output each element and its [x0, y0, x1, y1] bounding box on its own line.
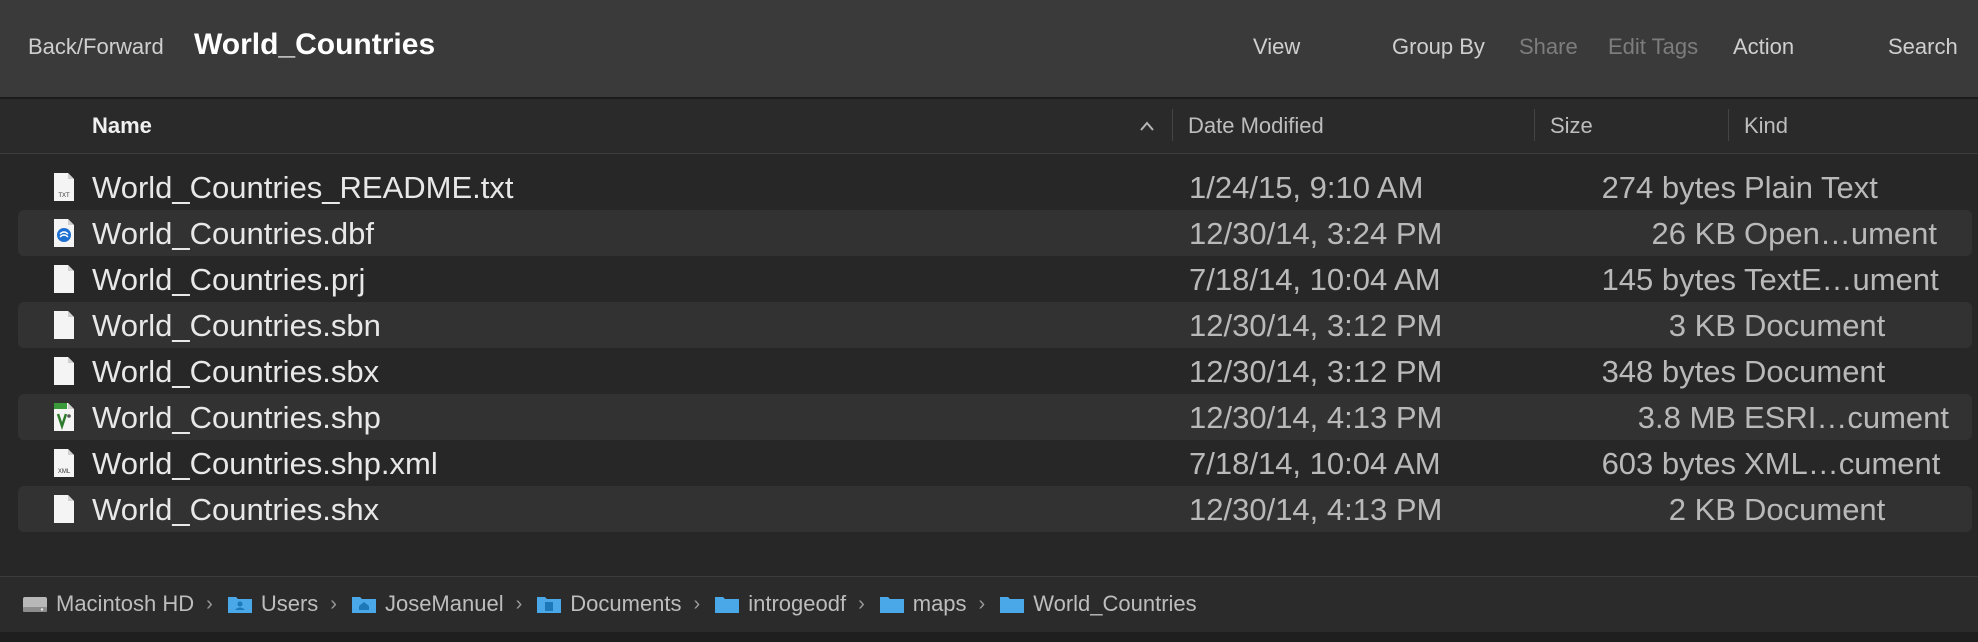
file-date: 12/30/14, 4:13 PM: [1189, 492, 1443, 527]
hard-drive-icon: [23, 597, 47, 612]
breadcrumb-introgeodf[interactable]: introgeodf: [714, 591, 846, 617]
column-kind[interactable]: Kind: [1744, 113, 1788, 139]
back-forward-button[interactable]: Back/Forward: [28, 34, 164, 60]
file-date: 7/18/14, 10:04 AM: [1189, 446, 1441, 481]
home-folder-icon: [351, 597, 376, 613]
action-button[interactable]: Action: [1733, 34, 1794, 60]
documents-folder-icon: [537, 597, 562, 613]
file-kind: ESRI…cument: [1744, 400, 1950, 435]
breadcrumb-label: World_Countries: [1033, 591, 1197, 616]
file-row[interactable]: TXT World_Countries_README.txt 1/24/15, …: [18, 164, 1972, 210]
edit-tags-button[interactable]: Edit Tags: [1608, 34, 1698, 60]
file-name: World_Countries.prj: [92, 262, 366, 297]
file-date: 1/24/15, 9:10 AM: [1189, 170, 1424, 205]
toolbar: Back/Forward World_Countries View Group …: [0, 0, 1978, 99]
file-kind: Document: [1744, 354, 1886, 389]
sort-ascending-icon[interactable]: [1138, 119, 1156, 133]
breadcrumb-documents[interactable]: Documents: [536, 591, 682, 617]
column-divider[interactable]: [1172, 109, 1173, 141]
breadcrumb-label: introgeodf: [748, 591, 847, 616]
breadcrumb: Macintosh HD › Users › JoseManuel › Docu…: [22, 591, 1197, 617]
file-name: World_Countries.dbf: [92, 216, 375, 251]
column-name[interactable]: Name: [92, 113, 152, 139]
file-row[interactable]: XML World_Countries.shp.xml 7/18/14, 10:…: [18, 440, 1972, 486]
file-size: 3 KB: [1668, 308, 1736, 343]
file-name: World_Countries.shx: [92, 492, 380, 527]
chevron-right-icon: ›: [515, 592, 523, 615]
file-row[interactable]: World_Countries.shx 12/30/14, 4:13 PM 2 …: [18, 486, 1972, 532]
column-divider[interactable]: [1728, 109, 1729, 141]
file-size: 274 bytes: [1601, 170, 1736, 205]
file-date: 12/30/14, 4:13 PM: [1189, 400, 1443, 435]
column-date-modified[interactable]: Date Modified: [1188, 113, 1324, 139]
document-file-icon: [54, 265, 74, 293]
group-by-button[interactable]: Group By: [1392, 34, 1485, 60]
window-bottom-edge: [0, 632, 1978, 642]
chevron-right-icon: ›: [330, 592, 337, 615]
chevron-right-icon: ›: [206, 592, 213, 615]
file-size: 2 KB: [1668, 492, 1736, 527]
search-button[interactable]: Search: [1888, 34, 1958, 60]
breadcrumb-label: Documents: [570, 591, 682, 616]
file-row[interactable]: World_Countries.shp 12/30/14, 4:13 PM 3.…: [18, 394, 1972, 440]
file-row[interactable]: World_Countries.sbx 12/30/14, 3:12 PM 34…: [18, 348, 1972, 394]
file-name: World_Countries.shp: [92, 400, 381, 435]
file-date: 12/30/14, 3:24 PM: [1189, 216, 1443, 251]
breadcrumb-label: maps: [912, 591, 967, 616]
path-bar: Macintosh HD › Users › JoseManuel › Docu…: [0, 576, 1978, 633]
folder-icon: [879, 597, 904, 613]
file-kind: Open…ument: [1744, 216, 1937, 251]
file-date: 7/18/14, 10:04 AM: [1189, 262, 1441, 297]
svg-text:TXT: TXT: [58, 193, 70, 199]
breadcrumb-label: JoseManuel: [384, 591, 504, 616]
share-button[interactable]: Share: [1519, 34, 1578, 60]
file-name: World_Countries.sbx: [92, 354, 380, 389]
file-size: 26 KB: [1651, 216, 1736, 251]
file-row[interactable]: World_Countries.prj 7/18/14, 10:04 AM 14…: [18, 256, 1972, 302]
file-name: World_Countries.sbn: [92, 308, 381, 343]
file-size: 145 bytes: [1601, 262, 1736, 297]
breadcrumb-world-countries[interactable]: World_Countries: [999, 591, 1197, 617]
txt-file-icon: TXT: [54, 173, 74, 201]
breadcrumb-label: Users: [260, 591, 319, 616]
file-kind: Document: [1744, 308, 1886, 343]
file-list: TXT World_Countries_README.txt 1/24/15, …: [0, 164, 1978, 532]
xml-file-icon: XML: [54, 449, 74, 477]
file-row[interactable]: World_Countries.sbn 12/30/14, 3:12 PM 3 …: [18, 302, 1972, 348]
breadcrumb-label: Macintosh HD: [56, 591, 195, 616]
file-kind: Plain Text: [1744, 170, 1878, 205]
file-name: World_Countries_README.txt: [92, 170, 514, 205]
column-size[interactable]: Size: [1550, 113, 1593, 139]
breadcrumb-users[interactable]: Users: [227, 591, 318, 617]
column-divider[interactable]: [1534, 109, 1535, 141]
file-row[interactable]: World_Countries.dbf 12/30/14, 3:24 PM 26…: [18, 210, 1972, 256]
window-title: World_Countries: [194, 28, 436, 61]
file-date: 12/30/14, 3:12 PM: [1189, 354, 1443, 389]
breadcrumb-user[interactable]: JoseManuel: [351, 591, 504, 617]
folder-icon: [715, 597, 740, 613]
file-kind: TextE…ument: [1744, 262, 1939, 297]
column-header: Name Date Modified Size Kind: [0, 99, 1978, 154]
file-size: 3.8 MB: [1637, 400, 1736, 435]
chevron-right-icon: ›: [978, 592, 986, 615]
file-name: World_Countries.shp.xml: [92, 446, 438, 481]
folder-users-icon: [227, 597, 252, 613]
document-file-icon: [54, 357, 74, 385]
breadcrumb-drive[interactable]: Macintosh HD: [22, 591, 194, 617]
file-size: 603 bytes: [1601, 446, 1736, 481]
file-kind: XML…cument: [1744, 446, 1941, 481]
breadcrumb-maps[interactable]: maps: [879, 591, 967, 617]
view-button[interactable]: View: [1253, 34, 1300, 60]
file-date: 12/30/14, 3:12 PM: [1189, 308, 1443, 343]
file-size: 348 bytes: [1601, 354, 1736, 389]
svg-text:XML: XML: [58, 469, 71, 475]
file-kind: Document: [1744, 492, 1886, 527]
document-file-icon: [54, 495, 74, 523]
chevron-right-icon: ›: [858, 592, 865, 615]
openoffice-file-icon: [54, 219, 74, 247]
chevron-right-icon: ›: [693, 592, 701, 615]
shapefile-icon: [54, 403, 74, 431]
folder-icon: [1000, 597, 1025, 613]
document-file-icon: [54, 311, 74, 339]
